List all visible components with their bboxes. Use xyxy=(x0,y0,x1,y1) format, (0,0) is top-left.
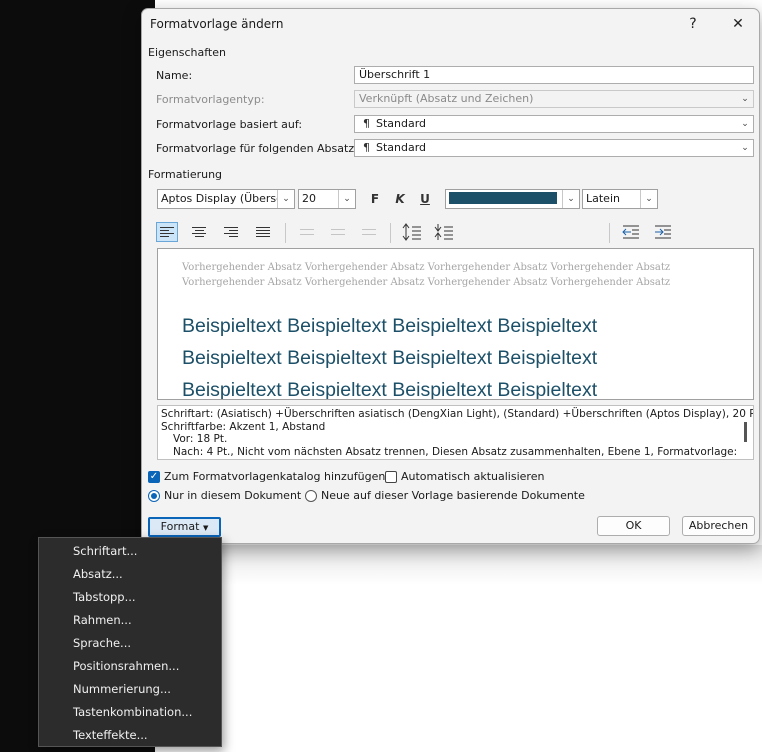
align-center-button[interactable] xyxy=(188,222,210,242)
name-input[interactable]: Überschrift 1 xyxy=(354,66,754,84)
toolbar-divider xyxy=(609,223,610,243)
properties-section-label: Eigenschaften xyxy=(148,46,226,59)
previous-paragraph-text: Vorhergehender Absatz Vorhergehender Abs… xyxy=(182,262,671,288)
title-bar: Formatvorlage ändern ? ✕ xyxy=(142,9,759,39)
menu-item-text-effects[interactable]: Texteffekte... xyxy=(73,728,148,742)
description-line: Vor: 18 Pt. xyxy=(173,433,228,445)
description-line: Schriftfarbe: Akzent 1, Abstand xyxy=(161,420,326,433)
align-center-icon xyxy=(192,227,206,237)
single-spacing-button[interactable] xyxy=(296,222,318,242)
align-left-button[interactable] xyxy=(156,222,178,242)
menu-item-shortcut-key[interactable]: Tastenkombination... xyxy=(73,705,192,719)
font-color-swatch xyxy=(449,192,557,204)
bold-button[interactable]: F xyxy=(364,190,386,208)
auto-update-label[interactable]: Automatisch aktualisieren xyxy=(401,470,544,483)
new-documents-radio[interactable] xyxy=(305,490,317,502)
one-half-spacing-button[interactable] xyxy=(327,222,349,242)
paragraph-mark-icon: ¶ xyxy=(363,117,370,130)
style-type-value: Verknüpft (Absatz und Zeichen) xyxy=(359,92,534,105)
cancel-button[interactable]: Abbrechen xyxy=(682,516,755,536)
new-documents-label[interactable]: Neue auf dieser Vorlage basierende Dokum… xyxy=(321,489,585,502)
based-on-select[interactable]: ¶ Standard ⌄ xyxy=(354,115,754,133)
one-half-spacing-icon xyxy=(331,229,345,235)
menu-item-numbering[interactable]: Nummerierung... xyxy=(73,682,171,696)
menu-item-language[interactable]: Sprache... xyxy=(73,636,131,650)
increase-paragraph-spacing-icon xyxy=(402,223,421,241)
formatting-section-label: Formatierung xyxy=(148,168,223,181)
name-label: Name: xyxy=(156,69,193,82)
toolbar-divider xyxy=(390,223,391,243)
menu-item-border[interactable]: Rahmen... xyxy=(73,613,132,627)
format-dropdown-menu: Schriftart... Absatz... Tabstopp... Rahm… xyxy=(38,537,222,747)
justify-button[interactable] xyxy=(252,222,274,242)
single-spacing-icon xyxy=(300,229,314,235)
align-right-button[interactable] xyxy=(220,222,242,242)
italic-button[interactable]: K xyxy=(389,190,411,208)
font-color-picker[interactable]: ⌄ xyxy=(445,189,580,209)
style-type-select[interactable]: Verknüpft (Absatz und Zeichen) ⌄ xyxy=(354,90,754,108)
double-spacing-button[interactable] xyxy=(358,222,380,242)
font-size-value: 20 xyxy=(302,192,316,205)
modify-style-dialog: Formatvorlage ändern ? ✕ Eigenschaften N… xyxy=(141,8,760,544)
paragraph-mark-icon: ¶ xyxy=(363,141,370,154)
menu-item-font[interactable]: Schriftart... xyxy=(73,544,137,558)
double-spacing-icon xyxy=(362,229,376,235)
ok-button[interactable]: OK xyxy=(597,516,670,536)
font-size-combo[interactable]: 20 ⌄ xyxy=(298,189,356,209)
increase-indent-button[interactable] xyxy=(652,222,674,242)
based-on-value: Standard xyxy=(376,117,427,130)
next-paragraph-value: Standard xyxy=(376,141,427,154)
format-menu-button[interactable]: Format ▼ xyxy=(148,517,221,537)
chevron-down-icon: ⌄ xyxy=(338,190,355,208)
decrease-indent-button[interactable] xyxy=(620,222,642,242)
decrease-paragraph-spacing-icon xyxy=(434,224,453,240)
font-name-combo[interactable]: Aptos Display (Übersch ⌄ xyxy=(157,189,295,209)
chevron-down-icon: ⌄ xyxy=(741,94,749,104)
chevron-down-icon: ⌄ xyxy=(741,119,749,129)
description-line: Schriftart: (Asiatisch) +Überschriften a… xyxy=(161,408,754,420)
preview-pane: Vorhergehender Absatz Vorhergehender Abs… xyxy=(157,248,754,400)
sample-text-line: Beispieltext Beispieltext Beispieltext B… xyxy=(182,315,598,337)
description-scrollbar[interactable] xyxy=(744,422,747,442)
based-on-label: Formatvorlage basiert auf: xyxy=(156,118,303,131)
font-name-value: Aptos Display (Übersch xyxy=(161,192,290,205)
background-shadow xyxy=(155,545,762,585)
caret-down-icon: ▼ xyxy=(202,524,209,532)
add-to-gallery-checkbox[interactable]: ✓ xyxy=(148,471,160,483)
help-button[interactable]: ? xyxy=(679,13,707,35)
increase-indent-icon xyxy=(655,225,671,239)
chevron-down-icon: ⌄ xyxy=(277,190,294,208)
only-this-document-radio[interactable] xyxy=(148,490,160,502)
style-description[interactable]: Schriftart: (Asiatisch) +Überschriften a… xyxy=(157,405,754,460)
next-paragraph-label: Formatvorlage für folgenden Absatz: xyxy=(156,142,358,155)
auto-update-checkbox[interactable] xyxy=(385,471,397,483)
justify-icon xyxy=(256,227,270,237)
underline-button[interactable]: U xyxy=(414,190,436,208)
decrease-indent-icon xyxy=(622,225,639,239)
chevron-down-icon: ⌄ xyxy=(640,190,657,208)
dialog-title: Formatvorlage ändern xyxy=(150,17,284,31)
menu-item-tabs[interactable]: Tabstopp... xyxy=(73,590,136,604)
decrease-spacing-button[interactable] xyxy=(433,222,455,242)
sample-text-line: Beispieltext Beispieltext Beispieltext B… xyxy=(182,347,598,369)
align-right-icon xyxy=(224,227,238,237)
format-button-label: Format xyxy=(160,520,200,533)
next-paragraph-select[interactable]: ¶ Standard ⌄ xyxy=(354,139,754,157)
only-this-document-label[interactable]: Nur in diesem Dokument xyxy=(164,489,301,502)
sample-text-line: Beispieltext Beispieltext Beispieltext B… xyxy=(182,379,598,400)
chevron-down-icon: ⌄ xyxy=(562,190,579,208)
description-line: Nach: 4 Pt., Nicht vom nächsten Absatz t… xyxy=(173,445,738,458)
toolbar-divider xyxy=(285,223,286,243)
close-button[interactable]: ✕ xyxy=(724,13,752,35)
menu-item-frame[interactable]: Positionsrahmen... xyxy=(73,659,179,673)
style-type-label: Formatvorlagentyp: xyxy=(156,93,265,106)
increase-spacing-button[interactable] xyxy=(401,222,423,242)
menu-item-paragraph[interactable]: Absatz... xyxy=(73,567,123,581)
script-value: Latein xyxy=(586,192,620,205)
script-select[interactable]: Latein ⌄ xyxy=(582,189,658,209)
add-to-gallery-label[interactable]: Zum Formatvorlagenkatalog hinzufügen xyxy=(164,470,385,483)
chevron-down-icon: ⌄ xyxy=(741,143,749,153)
align-left-icon xyxy=(160,227,174,237)
